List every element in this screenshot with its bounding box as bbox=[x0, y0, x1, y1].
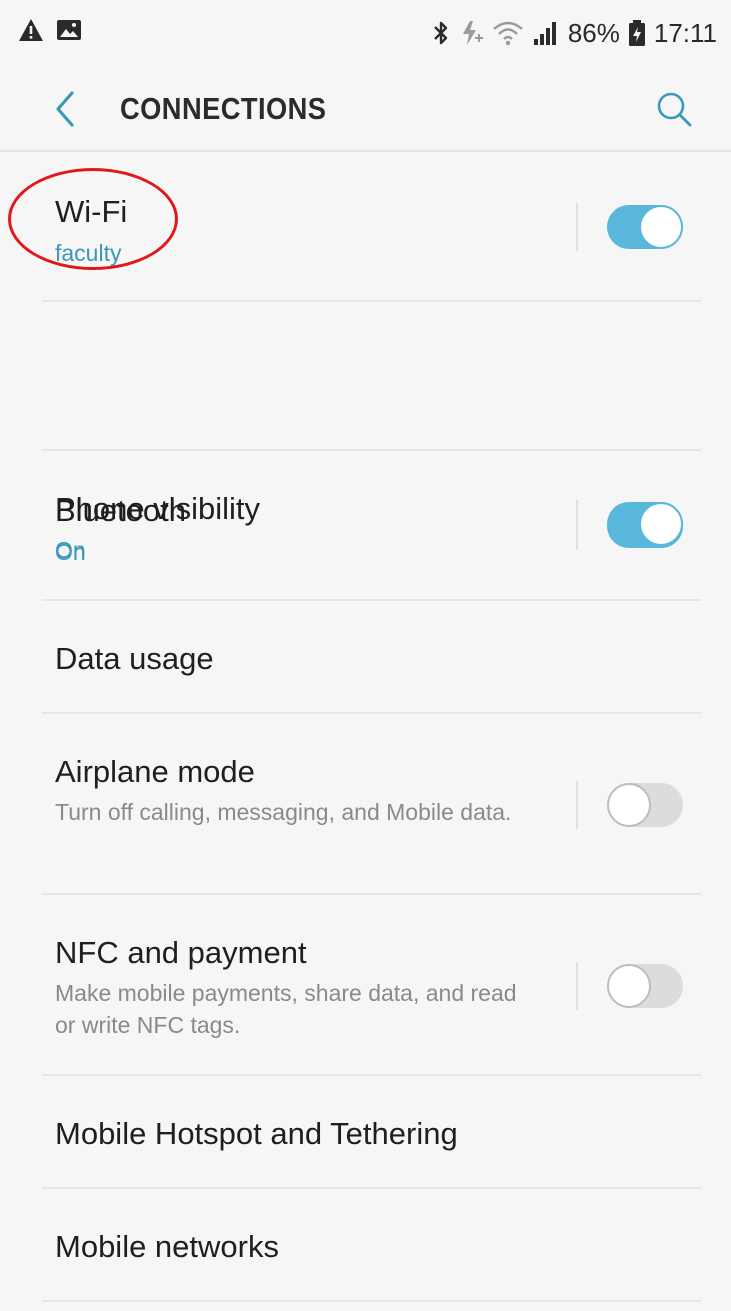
wifi-title: Wi-Fi bbox=[55, 194, 128, 229]
hotspot-tethering-setting[interactable]: Mobile Hotspot and Tethering bbox=[0, 1076, 731, 1189]
list-divider bbox=[42, 1300, 701, 1302]
toggle-knob bbox=[607, 964, 651, 1008]
phone-visibility-title: Phone visibility bbox=[55, 491, 261, 526]
battery-percent: 86% bbox=[567, 18, 620, 48]
page-title: CONNECTIONS bbox=[120, 91, 327, 126]
row-separator bbox=[576, 962, 578, 1010]
mobile-networks-setting[interactable]: Mobile networks bbox=[0, 1189, 731, 1302]
row-separator bbox=[576, 500, 578, 548]
data-saver-icon bbox=[458, 19, 484, 47]
phone-visibility-toggle[interactable] bbox=[607, 502, 683, 546]
phone-visibility-status: On bbox=[55, 537, 86, 563]
toggle-knob bbox=[639, 205, 683, 249]
connections-list: Wi-Fi faculty Bluetooth On Phone visibil… bbox=[0, 152, 731, 1302]
clock-time: 17:11 bbox=[653, 18, 717, 48]
data-usage-title: Data usage bbox=[55, 641, 214, 676]
status-bar-right: 86% 17:11 bbox=[432, 12, 717, 54]
status-bar: 86% 17:11 bbox=[0, 0, 731, 66]
search-button[interactable] bbox=[647, 82, 701, 136]
nfc-payment-description: Make mobile payments, share data, and re… bbox=[55, 980, 517, 1038]
status-bar-left bbox=[18, 18, 82, 42]
toggle-knob bbox=[639, 502, 683, 546]
row-separator bbox=[576, 203, 578, 251]
search-icon bbox=[657, 92, 692, 127]
airplane-mode-setting[interactable]: Airplane mode Turn off calling, messagin… bbox=[0, 714, 731, 895]
hotspot-tethering-title: Mobile Hotspot and Tethering bbox=[55, 1116, 458, 1151]
airplane-mode-description: Turn off calling, messaging, and Mobile … bbox=[55, 799, 512, 825]
battery-icon bbox=[628, 19, 646, 47]
wifi-network-name: faculty bbox=[55, 240, 122, 266]
back-button[interactable] bbox=[40, 84, 90, 134]
data-usage-setting[interactable]: Data usage bbox=[0, 601, 731, 714]
wifi-icon bbox=[492, 19, 524, 47]
image-icon bbox=[56, 18, 82, 42]
app-header: CONNECTIONS bbox=[0, 66, 731, 152]
nfc-payment-toggle[interactable] bbox=[607, 964, 683, 1008]
airplane-mode-title: Airplane mode bbox=[55, 754, 255, 789]
toggle-knob bbox=[607, 783, 651, 827]
wifi-toggle[interactable] bbox=[607, 205, 683, 249]
mobile-networks-title: Mobile networks bbox=[55, 1229, 279, 1264]
chevron-left-icon bbox=[56, 91, 74, 127]
nfc-payment-setting[interactable]: NFC and payment Make mobile payments, sh… bbox=[0, 895, 731, 1076]
phone-visibility-setting[interactable]: Phone visibility On bbox=[0, 451, 731, 601]
airplane-mode-toggle[interactable] bbox=[607, 783, 683, 827]
wifi-setting[interactable]: Wi-Fi faculty bbox=[0, 152, 731, 302]
bluetooth-setting[interactable]: Bluetooth On bbox=[0, 302, 731, 565]
connections-screen: 86% 17:11 CONNECTIONS Wi-Fi faculty Blue… bbox=[0, 0, 731, 1311]
bluetooth-icon bbox=[432, 19, 450, 47]
row-separator bbox=[576, 781, 578, 829]
signal-icon bbox=[532, 19, 560, 47]
warning-icon bbox=[18, 18, 44, 42]
nfc-payment-title: NFC and payment bbox=[55, 935, 307, 970]
